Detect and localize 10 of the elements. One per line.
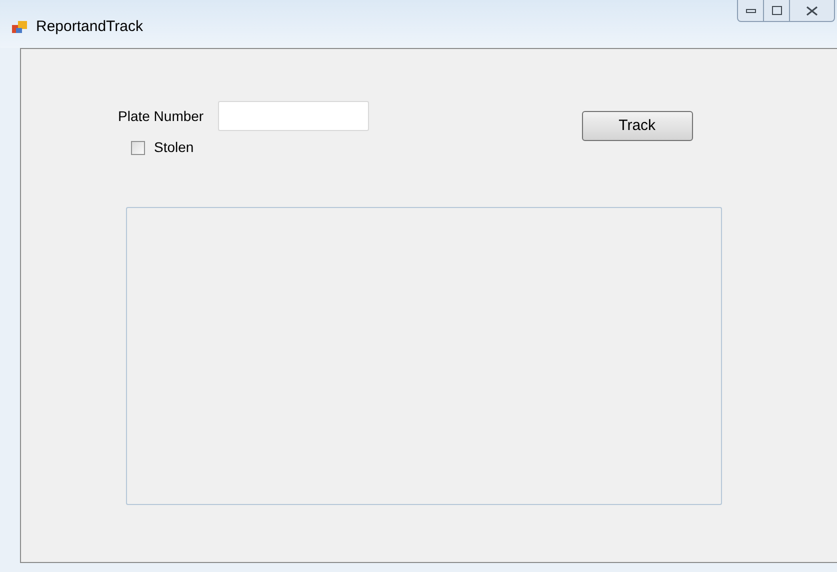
minimize-icon bbox=[746, 8, 756, 12]
maximize-icon bbox=[772, 6, 782, 15]
window-title: ReportandTrack bbox=[36, 17, 143, 37]
stolen-label: Stolen bbox=[154, 138, 194, 157]
stolen-checkbox[interactable] bbox=[131, 140, 145, 154]
plate-number-label: Plate Number bbox=[118, 106, 204, 126]
plate-number-field[interactable] bbox=[218, 101, 369, 131]
close-icon bbox=[806, 6, 818, 16]
app-icon bbox=[12, 19, 28, 36]
track-button[interactable]: Track bbox=[582, 111, 693, 141]
